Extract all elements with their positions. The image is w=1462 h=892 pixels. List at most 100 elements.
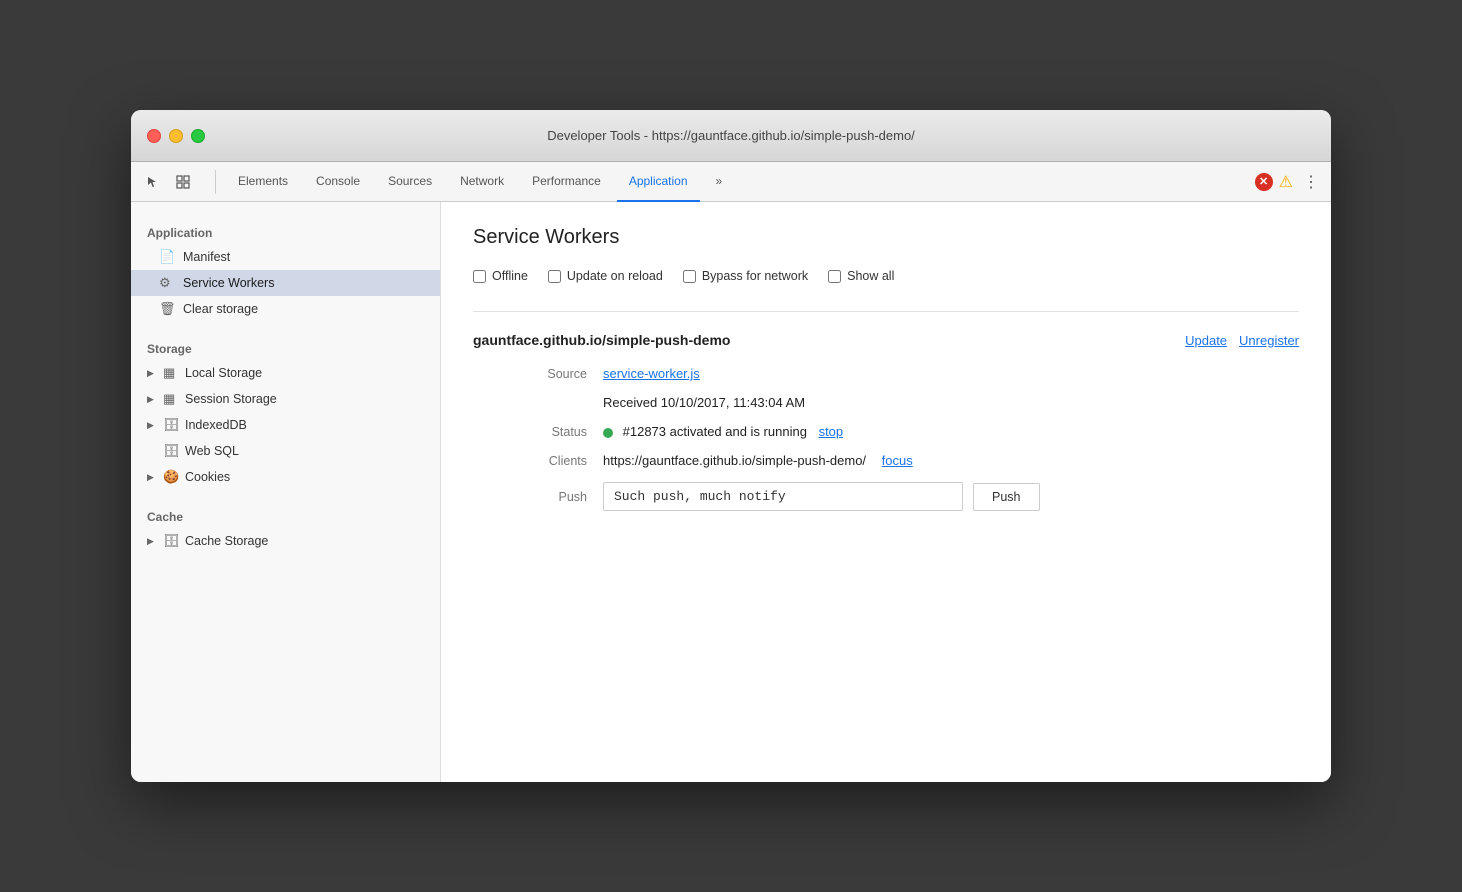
status-text: #12873 activated and is running (623, 424, 807, 439)
offline-label: Offline (492, 269, 528, 283)
checkbox-offline[interactable]: Offline (473, 269, 528, 283)
clients-url: https://gauntface.github.io/simple-push-… (603, 453, 866, 468)
close-button[interactable] (147, 129, 161, 143)
arrow-icon: ▶ (147, 368, 159, 379)
sidebar-item-label-manifest: Manifest (183, 250, 230, 264)
tab-performance[interactable]: Performance (520, 162, 613, 202)
status-label: Status (513, 425, 603, 439)
checkbox-row: Offline Update on reload Bypass for netw… (473, 269, 1299, 283)
sidebar-item-label-service-workers: Service Workers (183, 276, 274, 290)
sidebar: Application 📄 Manifest ⚙ Service Workers… (131, 202, 441, 782)
push-value: Push (603, 482, 1299, 511)
source-value: service-worker.js (603, 366, 1299, 381)
local-storage-icon: ▦ (163, 365, 181, 381)
tab-more[interactable]: » (704, 162, 735, 202)
show-all-checkbox[interactable] (828, 270, 841, 283)
clients-label: Clients (513, 454, 603, 468)
sidebar-section-cache: Cache (131, 502, 440, 528)
sidebar-section-application: Application (131, 218, 440, 244)
update-link[interactable]: Update (1185, 333, 1227, 348)
stop-link[interactable]: stop (819, 424, 844, 439)
checkbox-show-all[interactable]: Show all (828, 269, 894, 283)
sidebar-item-web-sql[interactable]: ▶ 🗄 Web SQL (131, 438, 440, 464)
more-options-button[interactable]: ⋮ (1299, 170, 1323, 194)
cursor-icon[interactable] (139, 168, 167, 196)
sw-details: Source service-worker.js Received 10/10/… (473, 366, 1299, 511)
toolbar-icons (139, 168, 197, 196)
web-sql-icon: 🗄 (163, 443, 181, 459)
sidebar-item-label-web-sql: Web SQL (185, 444, 239, 458)
tab-application[interactable]: Application (617, 162, 700, 202)
arrow-icon-cookies: ▶ (147, 472, 159, 483)
sidebar-item-label-local-storage: Local Storage (185, 366, 262, 380)
sidebar-item-cache-storage[interactable]: ▶ 🗄 Cache Storage (131, 528, 440, 554)
title-bar: Developer Tools - https://gauntface.gith… (131, 110, 1331, 162)
warning-icon[interactable]: ⚠ (1279, 172, 1293, 192)
tab-console[interactable]: Console (304, 162, 372, 202)
sidebar-item-local-storage[interactable]: ▶ ▦ Local Storage (131, 360, 440, 386)
tab-sources[interactable]: Sources (376, 162, 444, 202)
content-area: Service Workers Offline Update on reload… (441, 202, 1331, 782)
minimize-button[interactable] (169, 129, 183, 143)
source-label: Source (513, 367, 603, 381)
toolbar-right: ✕ ⚠ ⋮ (1255, 170, 1323, 194)
push-input[interactable] (603, 482, 963, 511)
sidebar-item-cookies[interactable]: ▶ 🍪 Cookies (131, 464, 440, 490)
tab-elements[interactable]: Elements (226, 162, 300, 202)
show-all-label: Show all (847, 269, 894, 283)
sidebar-item-label-cookies: Cookies (185, 470, 230, 484)
bypass-for-network-label: Bypass for network (702, 269, 808, 283)
source-file-link[interactable]: service-worker.js (603, 366, 700, 381)
update-on-reload-label: Update on reload (567, 269, 663, 283)
sidebar-item-service-workers[interactable]: ⚙ Service Workers (131, 270, 440, 296)
focus-link[interactable]: focus (882, 453, 913, 468)
arrow-icon-idb: ▶ (147, 420, 159, 431)
push-button[interactable]: Push (973, 483, 1040, 511)
service-worker-entry: gauntface.github.io/simple-push-demo Upd… (473, 311, 1299, 511)
sw-origin: gauntface.github.io/simple-push-demo (473, 332, 730, 348)
clients-value: https://gauntface.github.io/simple-push-… (603, 453, 1299, 468)
sidebar-item-label-clear-storage: Clear storage (183, 302, 258, 316)
page-title: Service Workers (473, 226, 1299, 249)
window-title: Developer Tools - https://gauntface.gith… (547, 128, 915, 143)
clear-storage-icon: 🗑 (159, 301, 175, 317)
checkbox-bypass-for-network[interactable]: Bypass for network (683, 269, 808, 283)
offline-checkbox[interactable] (473, 270, 486, 283)
toolbar-divider (215, 170, 216, 194)
maximize-button[interactable] (191, 129, 205, 143)
inspect-icon[interactable] (169, 168, 197, 196)
sidebar-item-label-cache-storage: Cache Storage (185, 534, 268, 548)
push-row: Push (603, 482, 1299, 511)
tab-network[interactable]: Network (448, 162, 516, 202)
manifest-icon: 📄 (159, 249, 175, 265)
bypass-for-network-checkbox[interactable] (683, 270, 696, 283)
cookies-icon: 🍪 (163, 469, 181, 485)
arrow-icon-session: ▶ (147, 394, 159, 405)
toolbar: Elements Console Sources Network Perform… (131, 162, 1331, 202)
status-value: #12873 activated and is running stop (603, 424, 1299, 439)
sidebar-item-manifest[interactable]: 📄 Manifest (131, 244, 440, 270)
sidebar-section-storage: Storage (131, 334, 440, 360)
sidebar-item-indexeddb[interactable]: ▶ 🗄 IndexedDB (131, 412, 440, 438)
sidebar-item-label-indexeddb: IndexedDB (185, 418, 247, 432)
main-layout: Application 📄 Manifest ⚙ Service Workers… (131, 202, 1331, 782)
indexeddb-icon: 🗄 (163, 417, 181, 433)
sw-actions: Update Unregister (1185, 333, 1299, 348)
checkbox-update-on-reload[interactable]: Update on reload (548, 269, 663, 283)
sidebar-item-label-session-storage: Session Storage (185, 392, 277, 406)
arrow-icon-cache: ▶ (147, 536, 159, 547)
sidebar-item-session-storage[interactable]: ▶ ▦ Session Storage (131, 386, 440, 412)
devtools-window: Developer Tools - https://gauntface.gith… (131, 110, 1331, 782)
traffic-lights (147, 129, 205, 143)
status-indicator (603, 428, 613, 438)
push-label: Push (513, 490, 603, 504)
sidebar-item-clear-storage[interactable]: 🗑 Clear storage (131, 296, 440, 322)
error-icon[interactable]: ✕ (1255, 173, 1273, 191)
received-value: Received 10/10/2017, 11:43:04 AM (603, 395, 1299, 410)
session-storage-icon: ▦ (163, 391, 181, 407)
unregister-link[interactable]: Unregister (1239, 333, 1299, 348)
update-on-reload-checkbox[interactable] (548, 270, 561, 283)
service-workers-icon: ⚙ (159, 275, 175, 291)
sw-header: gauntface.github.io/simple-push-demo Upd… (473, 332, 1299, 348)
cache-storage-icon: 🗄 (163, 533, 181, 549)
